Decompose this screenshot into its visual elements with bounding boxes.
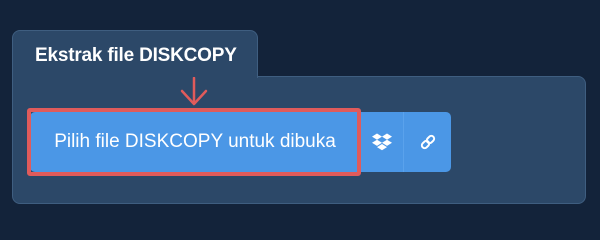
choose-file-button[interactable]: Pilih file DISKCOPY untuk dibuka	[30, 112, 360, 172]
choose-file-label: Pilih file DISKCOPY untuk dibuka	[54, 131, 336, 152]
url-button[interactable]	[403, 112, 451, 172]
dropbox-icon	[372, 133, 392, 151]
panel-tab: Ekstrak file DISKCOPY	[12, 30, 258, 78]
file-picker-group: Pilih file DISKCOPY untuk dibuka	[30, 112, 451, 172]
panel-title: Ekstrak file DISKCOPY	[35, 45, 237, 66]
arrow-down-icon	[180, 77, 208, 106]
dropbox-button[interactable]	[360, 112, 403, 172]
link-icon	[420, 134, 435, 150]
